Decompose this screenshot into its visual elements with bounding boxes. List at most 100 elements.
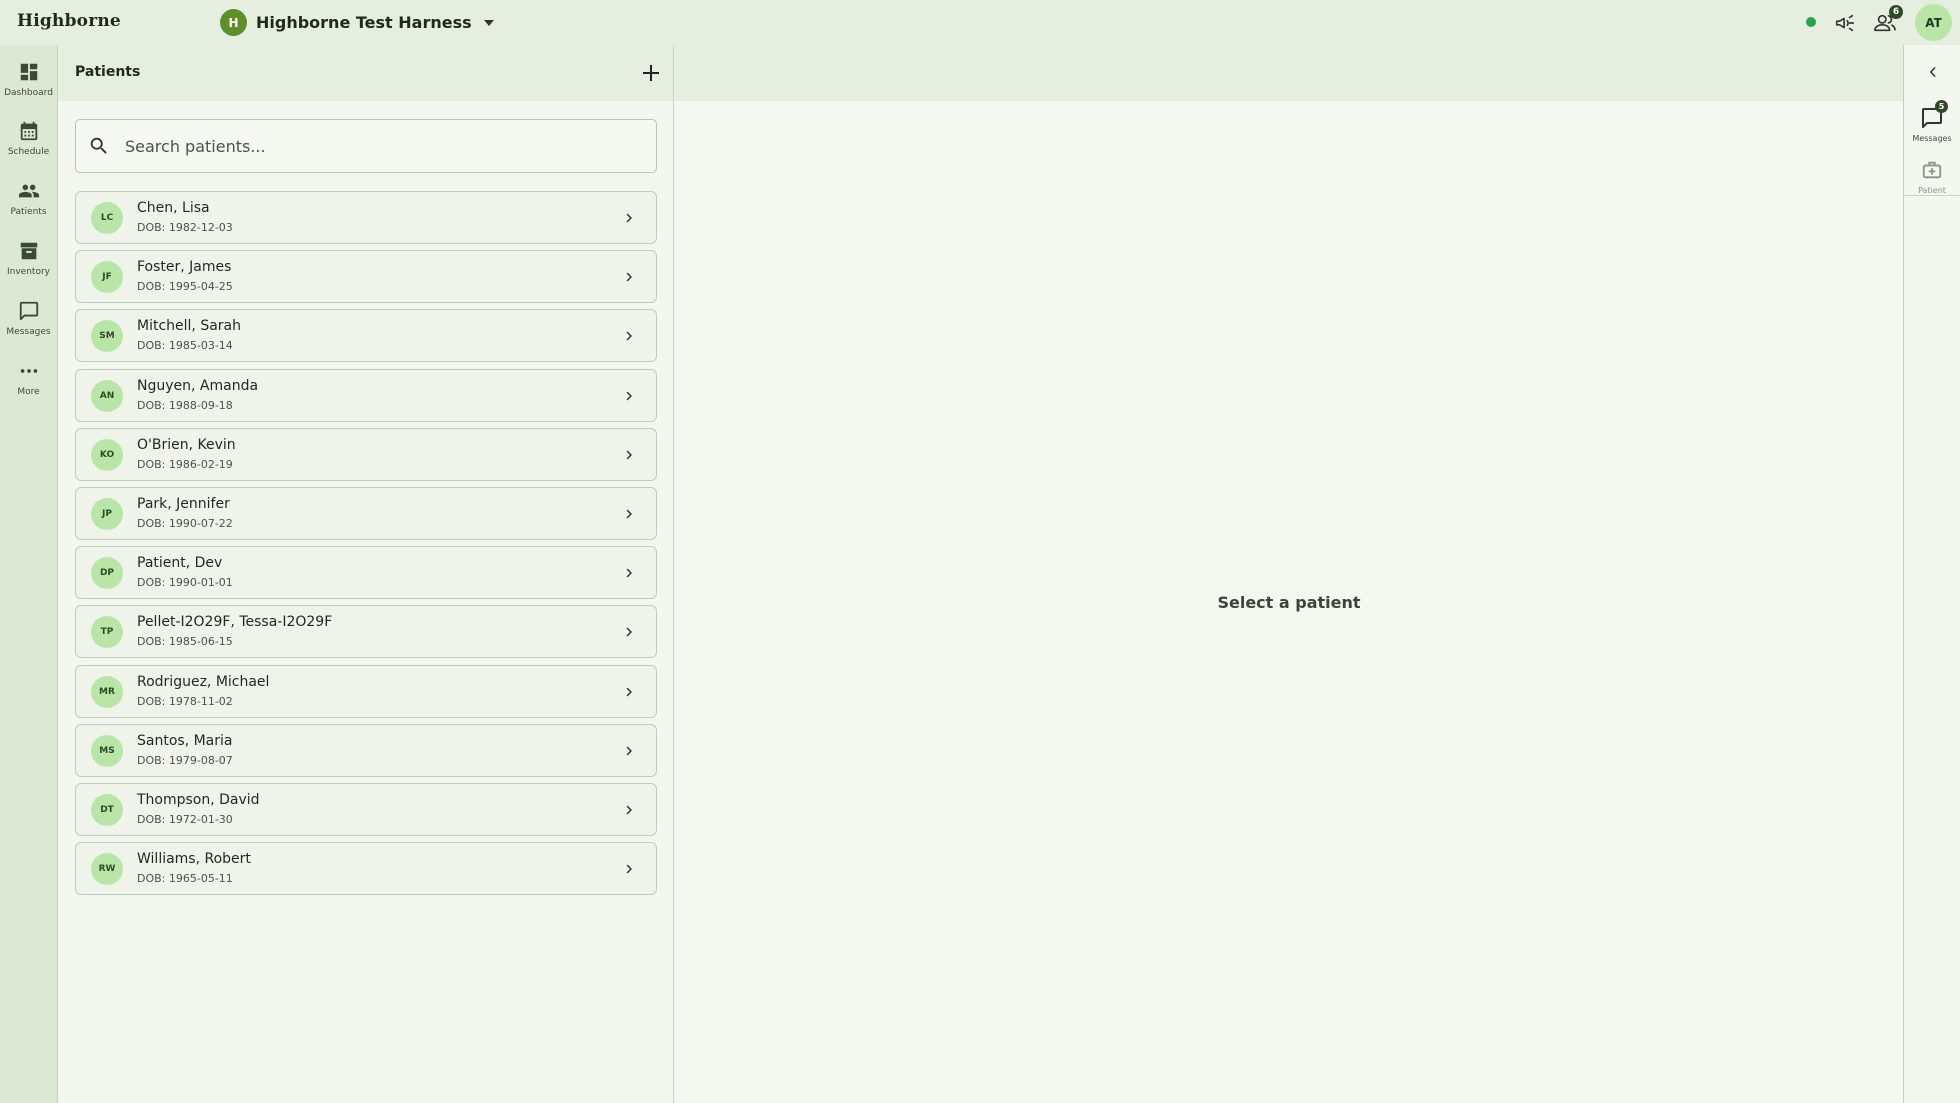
patient-row[interactable]: MS Santos, Maria DOB: 1979-08-07 <box>75 723 657 777</box>
patients-panel-header: Patients <box>58 45 673 101</box>
patient-row[interactable]: LC Chen, Lisa DOB: 1982-12-03 <box>75 191 657 244</box>
patient-name: Rodriguez, Michael <box>137 673 270 690</box>
chevron-right-icon <box>620 446 638 464</box>
patient-avatar: AN <box>91 379 123 412</box>
patient-name: Chen, Lisa <box>137 200 210 216</box>
archive-icon <box>16 238 42 264</box>
patient-row[interactable]: RW Williams, Robert DOB: 1965-05-11 <box>75 842 657 896</box>
caret-down-icon <box>483 19 494 26</box>
patient-avatar: MS <box>91 734 123 767</box>
patient-avatar: MR <box>91 675 123 708</box>
search-icon <box>87 134 111 158</box>
nav-item-dashboard[interactable]: Dashboard <box>0 53 57 103</box>
collapse-rail-button[interactable] <box>1923 62 1943 82</box>
search-box <box>75 119 657 173</box>
patient-row[interactable]: DT Thompson, David DOB: 1972-01-30 <box>75 782 657 836</box>
nav-item-schedule[interactable]: Schedule <box>0 112 57 162</box>
patient-dob: DOB: 1986-02-19 <box>137 457 233 471</box>
nav-item-more[interactable]: More <box>0 352 57 402</box>
nav-item-patients[interactable]: Patients <box>0 172 57 222</box>
team-button[interactable]: 6 <box>1871 5 1903 37</box>
patient-avatar: TP <box>91 616 123 649</box>
patient-row[interactable]: DP Patient, Dev DOB: 1990-01-01 <box>75 546 657 600</box>
people-icon <box>16 178 42 204</box>
nav-item-label: Dashboard <box>4 88 53 98</box>
patient-list: LC Chen, Lisa DOB: 1982-12-03 JF Foster, Jam… <box>75 191 657 901</box>
empty-state-message: Select a patient <box>1217 593 1361 612</box>
patient-row[interactable]: TP Pellet-I2O29F, Tessa-I2O29F DOB: 1985-0… <box>75 605 657 659</box>
patient-row[interactable]: AN Nguyen, Amanda DOB: 1988-09-18 <box>75 368 657 422</box>
chevron-right-icon <box>620 268 638 286</box>
chat-icon <box>16 298 42 324</box>
patient-row[interactable]: JF Foster, James DOB: 1995-04-25 <box>75 250 657 304</box>
rail-messages-button[interactable]: 5 Messages <box>1904 100 1960 157</box>
chevron-right-icon <box>620 801 638 819</box>
patient-row[interactable]: MR Rodriguez, Michael DOB: 1978-11-02 <box>75 664 657 718</box>
patient-dob: DOB: 1990-01-01 <box>137 576 233 590</box>
status-dot <box>1806 17 1816 27</box>
messages-count-badge: 5 <box>1935 100 1948 113</box>
patient-dob: DOB: 1978-11-02 <box>137 694 233 708</box>
main-header <box>674 45 1904 101</box>
chevron-right-icon <box>620 860 638 878</box>
main-content: Select a patient <box>674 45 1904 1103</box>
chevron-right-icon <box>620 623 638 641</box>
chevron-right-icon <box>620 209 638 227</box>
chevron-right-icon <box>620 505 638 523</box>
nav-item-label: Patients <box>10 207 47 217</box>
brand-logo[interactable]: Highborne <box>17 11 121 31</box>
org-switcher[interactable]: H Highborne Test Harness <box>220 9 494 36</box>
chat-icon: 5 <box>1919 100 1948 131</box>
panel-title: Patients <box>75 64 141 80</box>
rail-patient-button[interactable]: Patient <box>1904 157 1960 209</box>
top-bar: Highborne H Highborne Test Harness 6 AT <box>0 0 1960 45</box>
patient-dob: DOB: 1990-07-22 <box>137 516 233 530</box>
nav-item-label: More <box>17 387 40 397</box>
rail-item-label: Messages <box>1912 134 1952 143</box>
patient-name: Park, Jennifer <box>137 495 230 512</box>
patient-avatar: JF <box>91 261 123 294</box>
calendar-icon <box>16 118 42 144</box>
patient-dob: DOB: 1985-06-15 <box>137 635 233 649</box>
patient-dob: DOB: 1972-01-30 <box>137 812 233 826</box>
chevron-right-icon <box>620 742 638 760</box>
patient-dob: DOB: 1982-12-03 <box>137 221 233 234</box>
add-patient-button[interactable] <box>641 63 661 83</box>
patient-dob: DOB: 1979-08-07 <box>137 753 233 767</box>
patient-name: Thompson, David <box>137 791 260 808</box>
megaphone-icon <box>1835 14 1855 32</box>
patient-avatar: LC <box>91 202 123 234</box>
patient-avatar: DP <box>91 557 123 590</box>
nav-item-label: Messages <box>6 327 51 337</box>
patient-dob: DOB: 1988-09-18 <box>137 398 233 412</box>
patient-avatar: SM <box>91 320 123 353</box>
patient-dob: DOB: 1995-04-25 <box>137 280 233 294</box>
org-avatar: H <box>220 9 247 36</box>
patient-row[interactable]: JP Park, Jennifer DOB: 1990-07-22 <box>75 486 657 540</box>
nav-item-inventory[interactable]: Inventory <box>0 232 57 282</box>
more-icon <box>16 358 42 384</box>
patient-avatar: DT <box>91 793 123 826</box>
org-name: Highborne Test Harness <box>256 13 472 32</box>
patient-name: Mitchell, Sarah <box>137 318 241 335</box>
announcements-button[interactable] <box>1831 9 1859 37</box>
patient-name: Patient, Dev <box>137 555 223 572</box>
nav-item-messages[interactable]: Messages <box>0 292 57 342</box>
chevron-left-icon <box>1929 67 1936 77</box>
chevron-right-icon <box>620 327 638 345</box>
patient-dob: DOB: 1965-05-11 <box>137 872 233 886</box>
patient-avatar: JP <box>91 497 123 530</box>
patient-row[interactable]: SM Mitchell, Sarah DOB: 1985-03-14 <box>75 309 657 363</box>
user-avatar[interactable]: AT <box>1915 4 1952 41</box>
chevron-right-icon <box>620 564 638 582</box>
team-count-badge: 6 <box>1889 5 1903 19</box>
medical-bag-icon <box>1919 157 1945 183</box>
chevron-right-icon <box>620 387 638 405</box>
patient-name: O'Brien, Kevin <box>137 436 236 453</box>
patient-avatar: KO <box>91 438 123 471</box>
search-input[interactable] <box>125 136 625 156</box>
patient-avatar: RW <box>91 853 123 886</box>
patient-row[interactable]: KO O'Brien, Kevin DOB: 1986-02-19 <box>75 427 657 481</box>
chevron-right-icon <box>620 683 638 701</box>
patient-name: Foster, James <box>137 259 232 276</box>
